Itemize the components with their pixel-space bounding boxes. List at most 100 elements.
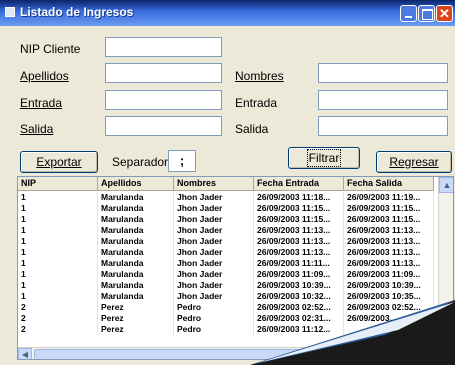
cell-nip: 1 — [18, 280, 98, 291]
entrada-desde-input[interactable] — [105, 90, 222, 110]
close-icon[interactable]: ✕ — [436, 5, 453, 22]
table-row[interactable]: 2 Perez Pedro 26/09/2003 11:12... — [18, 324, 438, 335]
cell-apellidos: Perez — [98, 302, 174, 313]
cell-fecha-salida: 26/09/2003 11:13... — [344, 225, 434, 236]
apellidos-label: Apellidos — [20, 69, 69, 83]
cell-nip: 1 — [18, 258, 98, 269]
nip-cliente-input[interactable] — [105, 37, 222, 57]
cell-fecha-entrada: 26/09/2003 10:39... — [254, 280, 344, 291]
table-row[interactable]: 1 Marulanda Jhon Jader 26/09/2003 10:39.… — [18, 280, 438, 291]
horizontal-scrollbar[interactable]: ◀ — [18, 347, 438, 359]
vertical-scrollbar[interactable]: ▲ — [438, 177, 453, 347]
cell-fecha-entrada: 26/09/2003 11:13... — [254, 247, 344, 258]
minimize-icon[interactable] — [400, 5, 417, 22]
nombres-label: Nombres — [235, 69, 284, 83]
exportar-label: Exportar — [36, 155, 82, 169]
cell-nombres: Jhon Jader — [174, 203, 254, 214]
salida-desde-input[interactable] — [105, 116, 222, 136]
table-row[interactable]: 1 Marulanda Jhon Jader 26/09/2003 11:11.… — [18, 258, 438, 269]
cell-apellidos: Marulanda — [98, 247, 174, 258]
cell-fecha-salida: 26/09/2003 11:13... — [344, 236, 434, 247]
apellidos-input[interactable] — [105, 63, 222, 83]
salida-label-left: Salida — [20, 122, 54, 136]
horizontal-scroll-thumb[interactable] — [34, 349, 414, 359]
scroll-left-arrow-icon[interactable]: ◀ — [18, 348, 32, 359]
cell-nombres: Jhon Jader — [174, 258, 254, 269]
column-header-nip[interactable]: NIP — [18, 177, 98, 191]
cell-nombres: Jhon Jader — [174, 214, 254, 225]
cell-nip: 1 — [18, 269, 98, 280]
cell-apellidos: Marulanda — [98, 225, 174, 236]
cell-fecha-salida: 26/09/2003 11:19... — [344, 192, 434, 203]
cell-nip: 1 — [18, 291, 98, 302]
table-row[interactable]: 1 Marulanda Jhon Jader 26/09/2003 11:15.… — [18, 214, 438, 225]
cell-fecha-entrada: 26/09/2003 11:13... — [254, 236, 344, 247]
maximize-icon[interactable] — [418, 5, 435, 22]
separador-label: Separador — [112, 155, 169, 169]
cell-apellidos: Marulanda — [98, 236, 174, 247]
cell-apellidos: Marulanda — [98, 280, 174, 291]
cell-apellidos: Perez — [98, 324, 174, 335]
cell-nip: 2 — [18, 324, 98, 335]
table-row[interactable]: 1 Marulanda Jhon Jader 26/09/2003 11:09.… — [18, 269, 438, 280]
filtrar-label: Filtrar — [306, 149, 342, 167]
cell-nip: 1 — [18, 225, 98, 236]
table-row[interactable]: 1 Marulanda Jhon Jader 26/09/2003 10:32.… — [18, 291, 438, 302]
window-title: Listado de Ingresos — [20, 5, 134, 19]
cell-fecha-entrada: 26/09/2003 02:31... — [254, 313, 344, 324]
cell-nombres: Jhon Jader — [174, 291, 254, 302]
ingresos-grid[interactable]: NIP Apellidos Nombres Fecha Entrada Fech… — [17, 176, 454, 360]
cell-fecha-entrada: 26/09/2003 11:15... — [254, 214, 344, 225]
salida-hasta-input[interactable] — [318, 116, 448, 136]
cell-nombres: Pedro — [174, 313, 254, 324]
cell-fecha-salida: 26/09/2003 02:52... — [344, 302, 434, 313]
cell-apellidos: Perez — [98, 313, 174, 324]
cell-fecha-entrada: 26/09/2003 11:15... — [254, 203, 344, 214]
cell-fecha-salida: 26/09/2003 11:15... — [344, 214, 434, 225]
regresar-label: Regresar — [389, 155, 439, 169]
column-header-fecha-salida[interactable]: Fecha Salida — [344, 177, 434, 191]
cell-nip: 1 — [18, 247, 98, 258]
cell-fecha-entrada: 26/09/2003 11:12... — [254, 324, 344, 335]
cell-fecha-salida: 26/09/2003 11:09... — [344, 269, 434, 280]
cell-fecha-salida: 26/09/2003 10:35... — [344, 291, 434, 302]
entrada-hasta-input[interactable] — [318, 90, 448, 110]
cell-nip: 2 — [18, 313, 98, 324]
cell-nombres: Pedro — [174, 324, 254, 335]
cell-nip: 1 — [18, 236, 98, 247]
cell-nombres: Pedro — [174, 302, 254, 313]
grid-header: NIP Apellidos Nombres Fecha Entrada Fech… — [18, 177, 438, 191]
separador-input[interactable]: ; — [168, 150, 196, 172]
cell-fecha-salida — [344, 324, 434, 335]
cell-nombres: Jhon Jader — [174, 280, 254, 291]
exportar-button[interactable]: Exportar — [20, 151, 98, 173]
cell-fecha-salida: 26/09/2003 11:13... — [344, 247, 434, 258]
cell-fecha-entrada: 26/09/2003 11:11... — [254, 258, 344, 269]
column-header-fecha-entrada[interactable]: Fecha Entrada — [254, 177, 344, 191]
filtrar-button[interactable]: Filtrar — [288, 147, 360, 169]
cell-fecha-salida: 26/09/2003... — [344, 313, 434, 324]
title-bar[interactable]: Listado de Ingresos ✕ — [0, 0, 455, 26]
table-row[interactable]: 1 Marulanda Jhon Jader 26/09/2003 11:13.… — [18, 225, 438, 236]
table-row[interactable]: 1 Marulanda Jhon Jader 26/09/2003 11:13.… — [18, 247, 438, 258]
table-row[interactable]: 1 Marulanda Jhon Jader 26/09/2003 11:15.… — [18, 203, 438, 214]
table-row[interactable]: 2 Perez Pedro 26/09/2003 02:31... 26/09/… — [18, 313, 438, 324]
entrada-label-left: Entrada — [20, 96, 63, 110]
scroll-up-arrow-icon[interactable]: ▲ — [439, 177, 453, 193]
table-row[interactable]: 1 Marulanda Jhon Jader 26/09/2003 11:13.… — [18, 236, 438, 247]
nombres-input[interactable] — [318, 63, 448, 83]
cell-nip: 1 — [18, 214, 98, 225]
listado-ingresos-window: Listado de Ingresos ✕ NIP Cliente Apelli… — [0, 0, 455, 365]
table-row[interactable]: 1 Marulanda Jhon Jader 26/09/2003 11:18.… — [18, 192, 438, 203]
cell-fecha-salida: 26/09/2003 11:15... — [344, 203, 434, 214]
table-row[interactable]: 2 Perez Pedro 26/09/2003 02:52... 26/09/… — [18, 302, 438, 313]
column-header-apellidos[interactable]: Apellidos — [98, 177, 174, 191]
column-header-nombres[interactable]: Nombres — [174, 177, 254, 191]
nip-cliente-label: NIP Cliente — [20, 42, 81, 56]
cell-apellidos: Marulanda — [98, 269, 174, 280]
regresar-button[interactable]: Regresar — [376, 151, 452, 173]
cell-apellidos: Marulanda — [98, 258, 174, 269]
cell-fecha-entrada: 26/09/2003 11:13... — [254, 225, 344, 236]
cell-nombres: Jhon Jader — [174, 192, 254, 203]
salida-label-right: Salida — [235, 122, 269, 136]
